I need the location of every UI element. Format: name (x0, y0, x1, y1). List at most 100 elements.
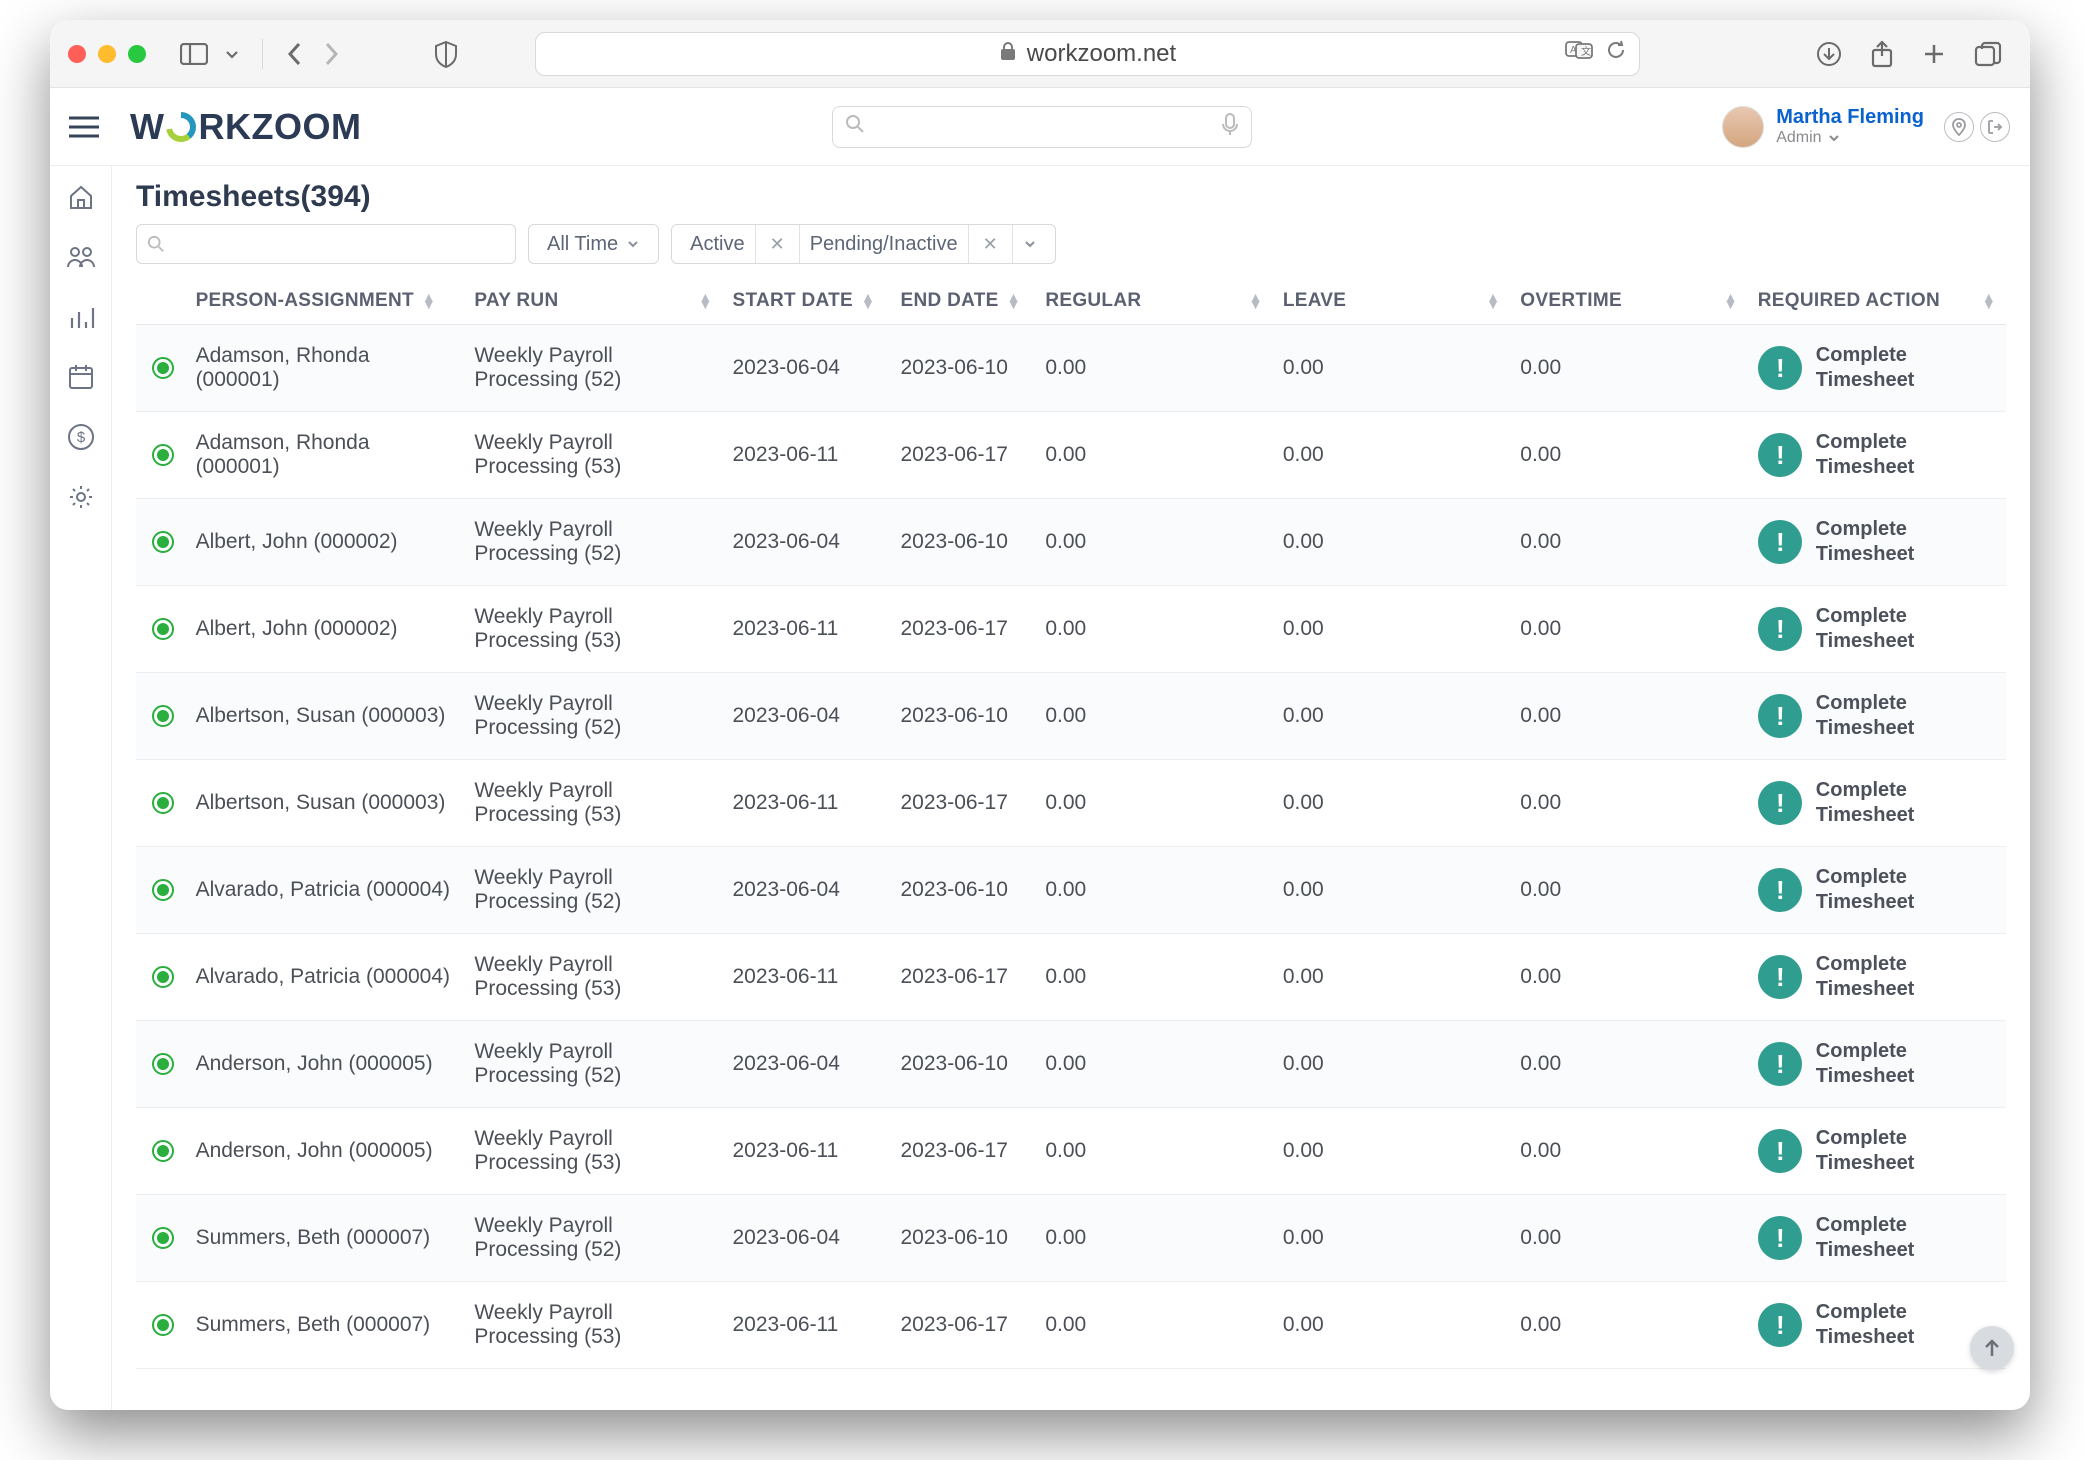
cell-payrun: Weekly Payroll Processing (52) (464, 847, 722, 934)
table-row[interactable]: Albert, John (000002) Weekly Payroll Pro… (136, 586, 2006, 673)
nav-reports-icon[interactable] (64, 300, 98, 334)
col-header-person[interactable]: PERSON-ASSIGNMENT▲▼ (186, 278, 465, 325)
action-label-line2: Timesheet (1816, 629, 1915, 654)
cell-overtime: 0.00 (1510, 934, 1747, 1021)
shield-icon[interactable] (433, 40, 459, 68)
action-label-line1: Complete (1816, 517, 1915, 542)
required-action-link[interactable]: ! Complete Timesheet (1758, 343, 1996, 393)
tab-dropdown-icon[interactable] (224, 46, 240, 62)
action-label-line1: Complete (1816, 1039, 1915, 1064)
nav-money-icon[interactable]: $ (64, 420, 98, 454)
col-header-regular[interactable]: REGULAR▲▼ (1035, 278, 1272, 325)
cell-start-date: 2023-06-04 (723, 673, 891, 760)
cell-regular: 0.00 (1035, 1195, 1272, 1282)
cell-regular: 0.00 (1035, 847, 1272, 934)
url-text: workzoom.net (1027, 40, 1176, 68)
required-action-link[interactable]: ! Complete Timesheet (1758, 778, 1996, 828)
logout-icon[interactable] (1980, 112, 2010, 142)
new-tab-icon[interactable] (1922, 42, 1946, 66)
action-label-line2: Timesheet (1816, 368, 1915, 393)
action-label-line2: Timesheet (1816, 890, 1915, 915)
window-maximize-button[interactable] (128, 45, 146, 63)
table-row[interactable]: Adamson, Rhonda (000001) Weekly Payroll … (136, 325, 2006, 412)
menu-toggle-button[interactable] (62, 105, 106, 149)
translate-icon[interactable]: A文 (1565, 39, 1593, 68)
table-row[interactable]: Albertson, Susan (000003) Weekly Payroll… (136, 760, 2006, 847)
status-indicator-icon (152, 357, 174, 379)
cell-regular: 0.00 (1035, 1108, 1272, 1195)
nav-back-icon[interactable] (285, 40, 305, 68)
required-action-link[interactable]: ! Complete Timesheet (1758, 1126, 1996, 1176)
table-row[interactable]: Anderson, John (000005) Weekly Payroll P… (136, 1108, 2006, 1195)
filter-search-input[interactable] (136, 224, 516, 264)
status-filter-more[interactable] (1012, 225, 1047, 263)
window-close-button[interactable] (68, 45, 86, 63)
nav-settings-icon[interactable] (64, 480, 98, 514)
status-indicator-icon (152, 1314, 174, 1336)
required-action-link[interactable]: ! Complete Timesheet (1758, 517, 1996, 567)
col-header-start[interactable]: START DATE▲▼ (723, 278, 891, 325)
chevron-down-icon (626, 237, 640, 251)
cell-leave: 0.00 (1273, 412, 1510, 499)
required-action-link[interactable]: ! Complete Timesheet (1758, 691, 1996, 741)
table-row[interactable]: Albert, John (000002) Weekly Payroll Pro… (136, 499, 2006, 586)
location-icon[interactable] (1944, 112, 1974, 142)
download-icon[interactable] (1816, 41, 1842, 67)
table-row[interactable]: Alvarado, Patricia (000004) Weekly Payro… (136, 934, 2006, 1021)
cell-payrun: Weekly Payroll Processing (53) (464, 934, 722, 1021)
nav-home-icon[interactable] (64, 180, 98, 214)
cell-end-date: 2023-06-10 (890, 325, 1035, 412)
required-action-link[interactable]: ! Complete Timesheet (1758, 430, 1996, 480)
url-bar[interactable]: workzoom.net A文 (535, 32, 1640, 76)
time-filter-dropdown[interactable]: All Time (528, 224, 659, 264)
share-icon[interactable] (1870, 40, 1894, 68)
cell-end-date: 2023-06-10 (890, 847, 1035, 934)
nav-people-icon[interactable] (64, 240, 98, 274)
chevron-down-icon (1023, 237, 1037, 251)
col-header-leave[interactable]: LEAVE▲▼ (1273, 278, 1510, 325)
avatar[interactable] (1722, 106, 1764, 148)
user-role-dropdown[interactable]: Admin (1776, 129, 1924, 147)
cell-regular: 0.00 (1035, 586, 1272, 673)
user-role-label: Admin (1776, 129, 1821, 147)
logo-text-left: W (130, 106, 164, 148)
chip-remove-active[interactable]: ✕ (755, 225, 799, 263)
col-header-action[interactable]: REQUIRED ACTION▲▼ (1748, 278, 2006, 325)
col-header-payrun[interactable]: PAY RUN▲▼ (464, 278, 722, 325)
table-row[interactable]: Summers, Beth (000007) Weekly Payroll Pr… (136, 1195, 2006, 1282)
table-row[interactable]: Albertson, Susan (000003) Weekly Payroll… (136, 673, 2006, 760)
col-header-end[interactable]: END DATE▲▼ (890, 278, 1035, 325)
cell-person: Albertson, Susan (000003) (186, 760, 465, 847)
reload-icon[interactable] (1605, 39, 1627, 68)
table-row[interactable]: Alvarado, Patricia (000004) Weekly Payro… (136, 847, 2006, 934)
status-chip-pending[interactable]: Pending/Inactive (799, 225, 968, 263)
cell-leave: 0.00 (1273, 1021, 1510, 1108)
col-header-overtime[interactable]: OVERTIME▲▼ (1510, 278, 1747, 325)
user-name-link[interactable]: Martha Fleming (1776, 106, 1924, 129)
required-action-link[interactable]: ! Complete Timesheet (1758, 952, 1996, 1002)
window-minimize-button[interactable] (98, 45, 116, 63)
scroll-to-top-button[interactable] (1970, 1326, 2014, 1370)
cell-end-date: 2023-06-10 (890, 673, 1035, 760)
main-content: Timesheets(394) All Time Active ✕ (112, 166, 2030, 1410)
cell-person: Albert, John (000002) (186, 499, 465, 586)
required-action-link[interactable]: ! Complete Timesheet (1758, 1213, 1996, 1263)
table-row[interactable]: Anderson, John (000005) Weekly Payroll P… (136, 1021, 2006, 1108)
nav-forward-icon[interactable] (321, 40, 341, 68)
global-search-input[interactable] (832, 106, 1252, 148)
table-row[interactable]: Summers, Beth (000007) Weekly Payroll Pr… (136, 1282, 2006, 1369)
cell-end-date: 2023-06-17 (890, 934, 1035, 1021)
required-action-link[interactable]: ! Complete Timesheet (1758, 1039, 1996, 1089)
required-action-link[interactable]: ! Complete Timesheet (1758, 604, 1996, 654)
microphone-icon[interactable] (1221, 112, 1239, 141)
status-chip-active[interactable]: Active (680, 225, 754, 263)
sidebar-toggle-icon[interactable] (180, 43, 208, 65)
table-row[interactable]: Adamson, Rhonda (000001) Weekly Payroll … (136, 412, 2006, 499)
chip-remove-pending[interactable]: ✕ (968, 225, 1012, 263)
chevron-down-icon (1828, 132, 1840, 144)
nav-calendar-icon[interactable] (64, 360, 98, 394)
tabs-icon[interactable] (1974, 41, 2002, 67)
required-action-link[interactable]: ! Complete Timesheet (1758, 865, 1996, 915)
app-logo[interactable]: W RKZOOM (130, 106, 361, 148)
required-action-link[interactable]: ! Complete Timesheet (1758, 1300, 1996, 1350)
